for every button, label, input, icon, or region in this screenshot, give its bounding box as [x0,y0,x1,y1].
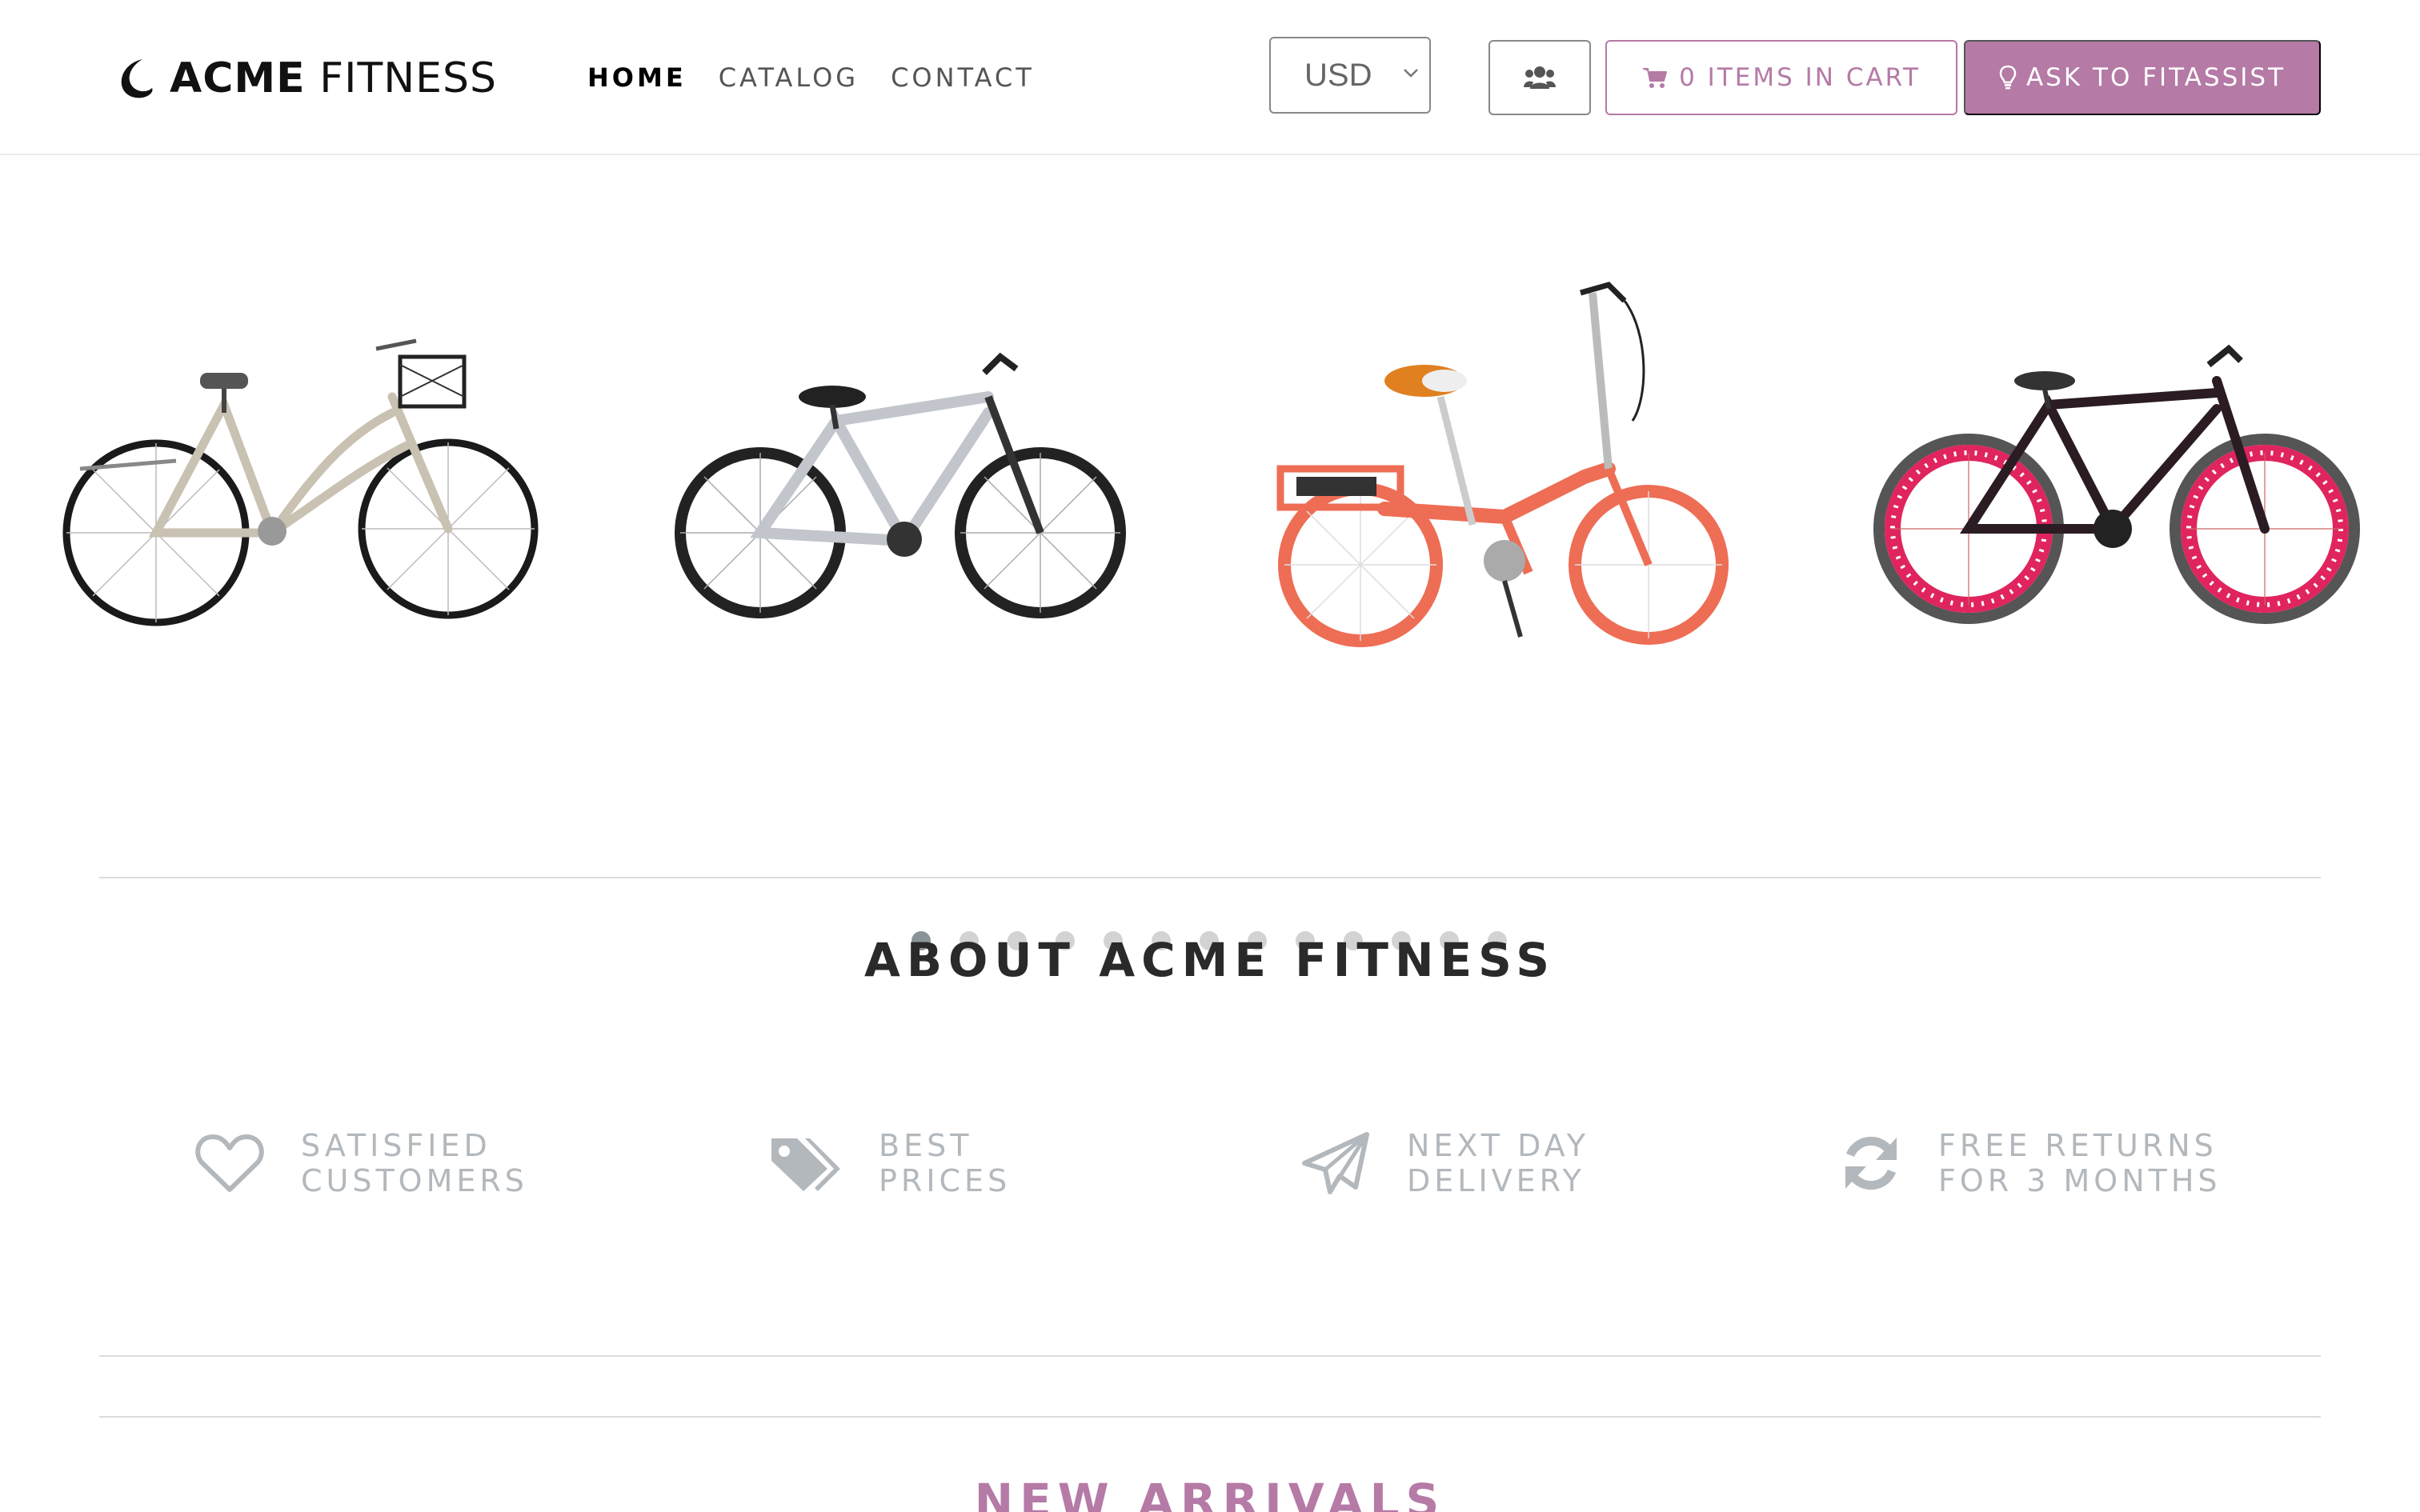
shopping-cart-icon [1643,68,1668,88]
tags-icon [771,1138,840,1191]
currency-select[interactable]: USD [1269,37,1431,114]
feature-line2: FOR 3 MONTHS [1938,1163,2222,1198]
feature-line2: CUSTOMERS [301,1163,528,1198]
heart-icon [195,1134,264,1192]
ask-label: ASK TO FITASSIST [2025,63,2286,92]
mountain-bike-image[interactable] [672,325,1136,629]
feature-satisfied-customers: SATISFIED CUSTOMERS [195,1128,528,1198]
feature-line2: PRICES [879,1163,1012,1198]
feature-line1: BEST [879,1128,973,1163]
feature-line1: FREE RETURNS [1938,1128,2218,1163]
users-icon [1524,66,1556,89]
section-divider [99,877,2321,878]
refresh-icon [1845,1136,1897,1190]
lightbulb-icon [1999,65,2017,90]
nav-contact[interactable]: CONTACT [891,62,1035,93]
section-divider [99,1416,2321,1418]
cart-button[interactable]: 0 ITEMS IN CART [1605,40,1957,115]
folding-ebike-image[interactable] [1264,269,1745,661]
site-logo[interactable]: ACME FITNESS [118,53,497,104]
feature-next-day-delivery: NEXT DAY DELIVERY [1301,1128,1589,1198]
city-bike-image[interactable] [56,317,552,637]
feature-free-returns: FREE RETURNS FOR 3 MONTHS [1841,1128,2222,1198]
brand-name: ACME FITNESS [170,54,497,102]
feature-line2: DELIVERY [1407,1163,1585,1198]
ask-fitassist-button[interactable]: ASK TO FITASSIST [1964,40,2321,115]
cart-label: 0 ITEMS IN CART [1679,63,1921,92]
section-divider [99,1355,2321,1357]
site-header: ACME FITNESS HOME CATALOG CONTACT USD 0 … [0,0,2420,155]
paper-plane-icon [1302,1132,1369,1194]
feature-line1: SATISFIED [301,1128,491,1163]
feature-line1: NEXT DAY [1407,1128,1589,1163]
nav-catalog[interactable]: CATALOG [719,62,859,93]
fixie-bike-image[interactable] [1873,317,2369,637]
about-title: ABOUT ACME FITNESS [863,933,1557,987]
main-nav: HOME CATALOG CONTACT [587,58,1067,98]
product-carousel[interactable] [0,157,2420,950]
currency-value: USD [1304,57,1372,93]
users-button[interactable] [1488,40,1591,115]
nav-home[interactable]: HOME [587,62,687,93]
new-arrivals-title: NEW ARRIVALS [974,1474,1446,1512]
chevron-down-icon [1404,69,1418,78]
feature-best-prices: BEST PRICES [768,1128,1011,1198]
crescent-logo-icon [121,59,153,98]
